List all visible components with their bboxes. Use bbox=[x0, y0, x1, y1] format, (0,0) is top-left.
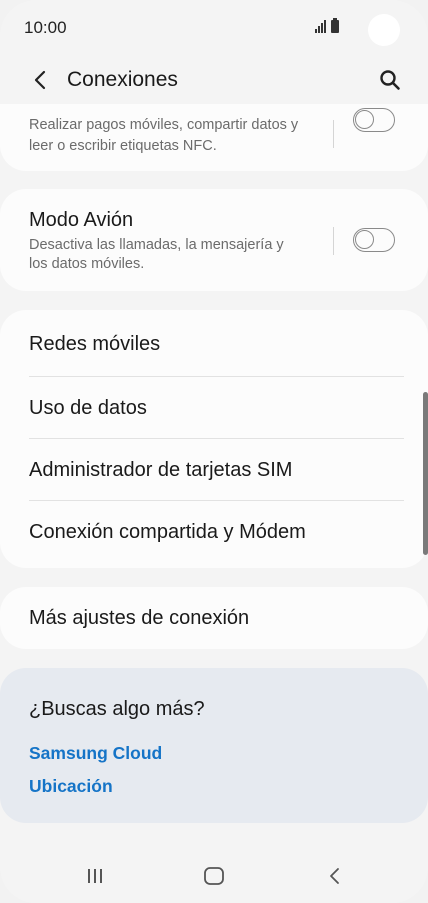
suggestions-title: ¿Buscas algo más? bbox=[29, 698, 205, 720]
phone-screen: 10:00 Conexiones Realizar pagos móviles,… bbox=[0, 0, 428, 903]
airplane-mode-toggle[interactable] bbox=[353, 228, 395, 252]
nfc-toggle-knob bbox=[355, 110, 374, 129]
airplane-mode-subtitle-line2: los datos móviles. bbox=[29, 256, 145, 272]
nfc-toggle[interactable] bbox=[353, 108, 395, 132]
recents-button[interactable] bbox=[80, 861, 110, 891]
signal-icon bbox=[315, 20, 326, 33]
list-item-sim-manager[interactable]: Administrador de tarjetas SIM bbox=[0, 439, 428, 501]
page-title: Conexiones bbox=[67, 68, 178, 91]
airplane-mode-card[interactable]: Modo Avión Desactiva las llamadas, la me… bbox=[0, 189, 428, 291]
data-usage-label: Uso de datos bbox=[29, 397, 147, 419]
home-icon bbox=[204, 867, 224, 885]
tethering-label: Conexión compartida y Módem bbox=[29, 521, 306, 543]
nav-back-icon bbox=[330, 868, 339, 884]
location-link[interactable]: Ubicación bbox=[29, 776, 113, 797]
recents-icon bbox=[88, 869, 102, 883]
nav-back-button[interactable] bbox=[320, 861, 350, 891]
airplane-mode-toggle-knob bbox=[355, 230, 374, 249]
network-settings-card: Redes móviles Uso de datos Administrador… bbox=[0, 310, 428, 568]
samsung-cloud-link[interactable]: Samsung Cloud bbox=[29, 743, 162, 764]
more-connection-settings-label: Más ajustes de conexión bbox=[29, 607, 250, 629]
scrollbar[interactable] bbox=[423, 392, 428, 555]
nfc-subtitle-line2: leer o escribir etiquetas NFC. bbox=[29, 138, 217, 154]
settings-list[interactable]: Realizar pagos móviles, compartir datos … bbox=[0, 104, 428, 834]
list-item-data-usage[interactable]: Uso de datos bbox=[0, 377, 428, 439]
status-bar: 10:00 bbox=[0, 0, 428, 58]
navigation-bar bbox=[0, 845, 428, 903]
more-connection-settings-card[interactable]: Más ajustes de conexión bbox=[0, 587, 428, 649]
mobile-networks-label: Redes móviles bbox=[29, 333, 161, 355]
nfc-setting-card[interactable]: Realizar pagos móviles, compartir datos … bbox=[0, 104, 428, 171]
search-button[interactable] bbox=[376, 66, 404, 94]
chevron-left-icon bbox=[34, 70, 46, 90]
search-icon bbox=[380, 70, 400, 90]
battery-icon bbox=[331, 18, 339, 33]
back-button[interactable] bbox=[26, 66, 54, 94]
airplane-mode-title: Modo Avión bbox=[29, 209, 134, 231]
status-time: 10:00 bbox=[24, 18, 67, 37]
list-item-mobile-networks[interactable]: Redes móviles bbox=[0, 313, 428, 375]
status-icons bbox=[315, 18, 339, 33]
airplane-mode-subtitle-line1: Desactiva las llamadas, la mensajería y bbox=[29, 237, 284, 253]
nfc-subtitle-line1: Realizar pagos móviles, compartir datos … bbox=[29, 117, 299, 133]
list-item-tethering[interactable]: Conexión compartida y Módem bbox=[0, 501, 428, 563]
suggestions-card: ¿Buscas algo más? Samsung Cloud Ubicació… bbox=[0, 668, 428, 823]
camera-cutout bbox=[368, 14, 400, 46]
sim-manager-label: Administrador de tarjetas SIM bbox=[29, 459, 293, 481]
airplane-mode-divider bbox=[333, 227, 334, 255]
nfc-divider bbox=[333, 120, 334, 148]
header: Conexiones bbox=[0, 58, 428, 104]
home-button[interactable] bbox=[199, 861, 229, 891]
